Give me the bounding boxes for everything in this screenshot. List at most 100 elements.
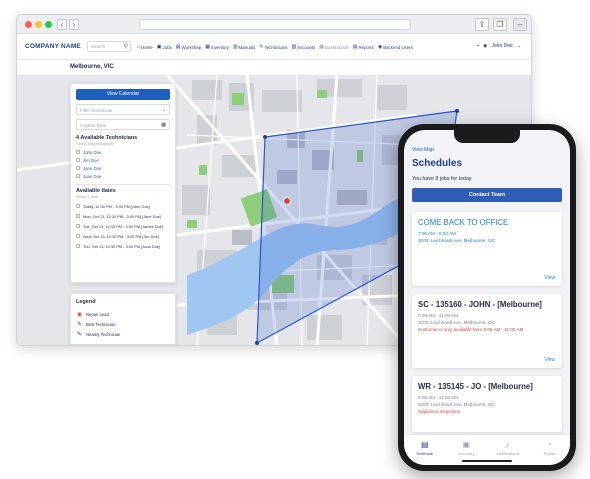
available-dates-title: Available dates	[76, 188, 116, 194]
legend-label: Repair Lead	[86, 311, 109, 317]
card-address: 3000, Leichhardt Ave, Melbourne, VIC	[418, 402, 496, 407]
tab-label: Profile	[543, 451, 555, 456]
chevron-down-icon: ⌄	[161, 107, 166, 113]
nav-item-manuals[interactable]: ▥ Manuals	[233, 44, 255, 50]
search-icon: ⚲	[123, 44, 128, 50]
nav-item-reports[interactable]: ▤ Reports	[353, 44, 374, 50]
date-option[interactable]: Tue, Oct 13, 12:30 PM - 3:00 PM [James D…	[76, 221, 170, 231]
card-note: Appliance Inspection	[418, 409, 461, 414]
technician-option[interactable]: John Doe	[76, 148, 170, 156]
nav-item-backend-users[interactable]: ◉ Backend Users	[378, 44, 413, 50]
legend-label: Nearby Technician	[86, 331, 121, 337]
chevron-down-icon[interactable]: ⌄	[517, 43, 521, 49]
card-address: 3000, Leichhardt Ave, Melbourne, VIC	[418, 238, 496, 243]
nav-item-technicians[interactable]: ✎ Technicians	[259, 44, 287, 50]
user-name[interactable]: John Doe	[491, 43, 512, 49]
checkbox[interactable]	[76, 224, 80, 228]
nav-item-jobs[interactable]: ▣ Jobs	[157, 44, 172, 50]
nav-item-dashboards[interactable]: ▦ Dashboards	[319, 44, 348, 50]
nav-item-home[interactable]: ⌂ Home	[137, 44, 153, 50]
date-label: Tue, Oct 13, 12:30 PM - 3:00 PM [James D…	[83, 223, 163, 229]
view-calendar-button[interactable]: View Calendar	[76, 89, 170, 100]
inventory-icon: ▣	[462, 440, 471, 449]
address-bar[interactable]	[139, 19, 411, 30]
close-window-button[interactable]	[25, 21, 32, 28]
date-label: Mon, Oct 13, 12:30 PM - 3:00 PM [Jane Do…	[83, 213, 161, 219]
technician-option[interactable]: Jim Doe	[76, 156, 170, 164]
nav-item-label: Dashboards	[325, 44, 349, 50]
legend-item: ✎ Nearby Technician	[76, 329, 170, 339]
date-option[interactable]: Today, 12:30 PM - 3:00 PM [John Doe]	[76, 201, 170, 211]
nav-item-inventory[interactable]: ▦ Inventory	[205, 44, 229, 50]
date-option[interactable]: Thu, Oct 13, 12:30 PM - 3:00 PM [Juda Do…	[76, 241, 170, 251]
checkbox[interactable]	[76, 174, 80, 178]
view-map-link[interactable]: View Map	[412, 147, 434, 153]
date-option[interactable]: Mon, Oct 13, 12:30 PM - 3:00 PM [Jane Do…	[76, 211, 170, 221]
date-label: Thu, Oct 13, 12:30 PM - 3:00 PM [Juda Do…	[83, 243, 160, 249]
nav-item-label: Jobs	[162, 44, 172, 50]
view-link[interactable]: View	[544, 357, 555, 363]
checkbox[interactable]	[76, 150, 80, 154]
minimize-window-button[interactable]	[35, 21, 42, 28]
available-dates-subtitle: Select 1 date	[76, 195, 99, 199]
nav-item-workshop[interactable]: ▤ Workshop	[176, 44, 201, 50]
checkbox[interactable]	[76, 214, 80, 218]
card-time: 9:00 AM - 11:00 AM	[418, 395, 459, 400]
checkbox[interactable]	[76, 234, 80, 238]
checkbox[interactable]	[76, 166, 80, 170]
nav-item-label: Accounts	[297, 44, 316, 50]
schedule-icon: ▤	[420, 440, 429, 449]
checkbox[interactable]	[76, 158, 80, 162]
new-tab-button[interactable]: –	[513, 18, 527, 31]
card-time: 7:00 AM - 8:00 AM	[418, 231, 456, 236]
user-circle-icon: ◉	[377, 44, 383, 50]
view-link[interactable]: View	[544, 275, 555, 281]
manuals-icon: ▥	[232, 44, 238, 50]
repair-lead-icon: ◉	[76, 311, 83, 318]
filter-technician-select[interactable]: Filter Technician ⌄	[76, 104, 170, 115]
card-title: COME BACK TO OFFICE	[418, 218, 509, 227]
jobs-count-text: You have 8 jobs for today	[412, 176, 472, 182]
maximize-window-button[interactable]	[45, 21, 52, 28]
tab-profile[interactable]: ◔ Profile	[532, 440, 566, 465]
location-title: Melbourne, VIC	[17, 60, 531, 75]
share-icon[interactable]: ⇧	[475, 18, 489, 31]
browser-titlebar: ‹ › ⇧ ❐ –	[17, 15, 531, 34]
card-note: Customer is only available from 9:00 AM …	[418, 327, 524, 332]
user-avatar-icon[interactable]: ◉	[483, 43, 487, 49]
schedules-title: Schedules	[412, 158, 463, 169]
technician-name: Jane Doe	[83, 165, 102, 171]
schedule-card[interactable]: COME BACK TO OFFICE 7:00 AM - 8:00 AM 30…	[412, 212, 562, 286]
checkbox[interactable]	[76, 204, 80, 208]
tab-label: Notifications	[496, 451, 519, 456]
contact-team-button[interactable]: Contact Team	[412, 188, 562, 202]
legend-item: ◉ Repair Lead	[76, 309, 170, 319]
tab-schedule[interactable]: ▤ Schedule	[408, 440, 442, 465]
technician-option[interactable]: Juan Doe	[76, 172, 170, 180]
company-logo[interactable]: COMPANY NAME	[25, 43, 81, 50]
schedule-card[interactable]: SC - 135160 - JOHN - [Melbourne] 9:00 AM…	[412, 294, 562, 368]
notification-icon[interactable]: ▪	[477, 43, 479, 49]
checkbox[interactable]	[76, 244, 80, 248]
available-technicians-title: 4 Available Technicians	[76, 135, 138, 141]
phone-screen: View Map Schedules You have 8 jobs for t…	[404, 130, 570, 465]
user-area: ▪ ◉ John Doe ⌄	[477, 43, 521, 49]
map-legend: Legend ◉ Repair Lead ✎ Best Technician ✎ Near…	[70, 293, 176, 345]
tab-label: Inventory	[458, 451, 475, 456]
custom-date-input[interactable]: Custom Date ▦	[76, 119, 170, 130]
schedule-card[interactable]: WR - 135145 - JO - [Melbourne] 9:00 AM -…	[412, 376, 562, 432]
card-title: SC - 135160 - JOHN - [Melbourne]	[418, 300, 542, 309]
tabs-icon[interactable]: ❐	[493, 18, 507, 31]
date-option[interactable]: Wed, Oct 13, 12:30 PM - 3:00 PM [Jim Doe…	[76, 231, 170, 241]
search-input[interactable]: Search ⚲	[87, 41, 131, 52]
technician-name: Juan Doe	[83, 173, 102, 179]
forward-arrow-icon[interactable]: ›	[69, 19, 79, 30]
back-arrow-icon[interactable]: ‹	[57, 19, 67, 30]
home-indicator	[462, 460, 512, 462]
nav-item-accounts[interactable]: ▧ Accounts	[291, 44, 315, 50]
nav-item-label: Backend Users	[383, 44, 413, 50]
wrench-icon: ✎	[259, 44, 264, 50]
scheduler-panel: View Calendar Filter Technician ⌄ Custom…	[70, 83, 176, 283]
wrench-icon: ✎	[76, 321, 83, 328]
technician-option[interactable]: Jane Doe	[76, 164, 170, 172]
